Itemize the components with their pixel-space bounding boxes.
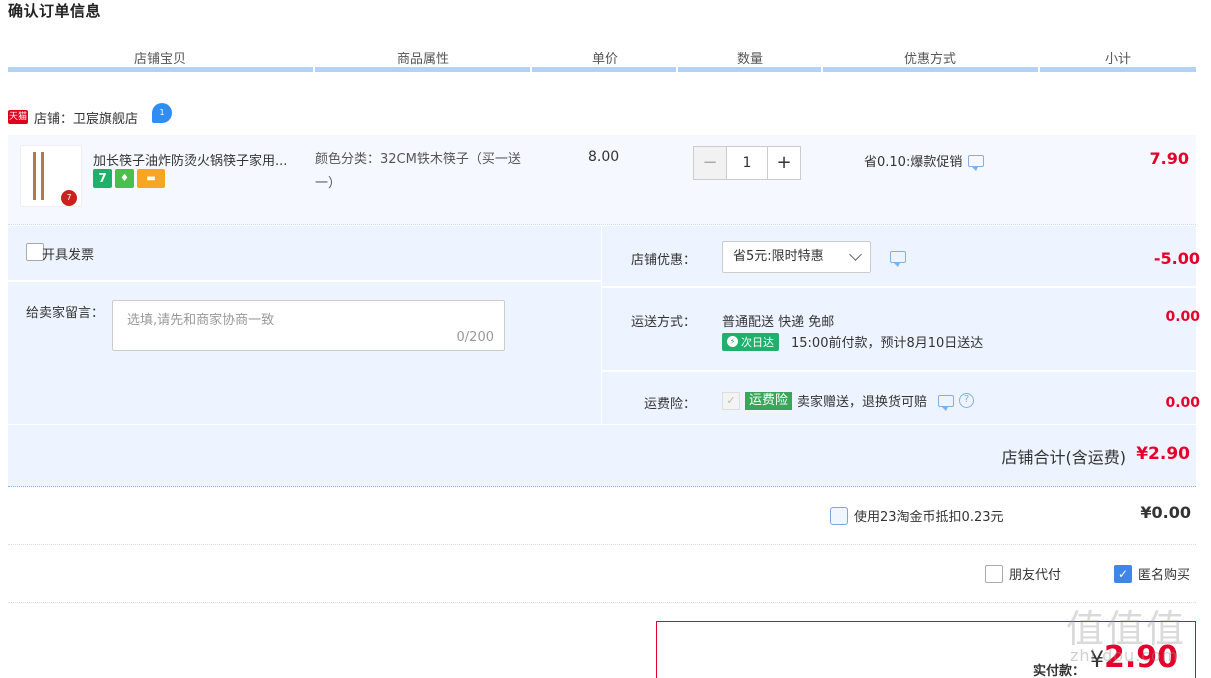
shipping-label: 运送方式：	[630, 315, 696, 330]
decrease-quantity-button[interactable]: −	[693, 146, 727, 180]
credit-card-icon[interactable]: ▬	[137, 169, 165, 188]
tmall-logo-icon: 天猫	[8, 110, 28, 124]
comment-icon[interactable]	[938, 394, 955, 411]
col-subtotal: 小计	[1104, 52, 1131, 67]
help-icon[interactable]: ?	[959, 393, 975, 408]
shop-discount-amount: -5.00	[1153, 249, 1200, 268]
shop-total-bar: 店铺合计(含运费) ¥2.90	[8, 425, 1196, 487]
lightning-icon: ⚡	[727, 336, 738, 347]
unit-price: 8.00	[588, 149, 620, 165]
taobao-coin-label: 使用23淘金币抵扣0.23元	[854, 510, 1004, 525]
comment-icon[interactable]	[968, 154, 985, 171]
message-placeholder: 选填,请先和商家协商一致	[127, 313, 275, 328]
header-divider	[678, 67, 821, 72]
shop-discount-label: 店铺优惠：	[630, 253, 696, 268]
invoice-panel	[8, 226, 601, 281]
taobao-coin-amount: ¥0.00	[1140, 503, 1191, 522]
next-day-text: 次日达	[741, 335, 774, 349]
seller-message-label: 给卖家留言：	[26, 306, 105, 321]
comment-icon[interactable]	[890, 251, 906, 267]
shop-discount-select[interactable]: 省5元:限时特惠	[722, 241, 871, 273]
chopstick-shape	[33, 152, 36, 200]
shop-name-link[interactable]: 店铺：卫宸旗舰店	[34, 108, 138, 127]
order-item-row: 7 加长筷子油炸防烫火锅筷子家用... 7 ♦ ▬ 颜色分类：32CM铁木筷子（…	[8, 135, 1196, 225]
shop-discount-selected: 省5元:限时特惠	[733, 249, 824, 264]
col-quantity: 数量	[736, 52, 763, 67]
col-attributes: 商品属性	[396, 52, 449, 67]
insurance-desc: 卖家赠送，退换货可赔	[797, 395, 928, 410]
page-title: 确认订单信息	[8, 2, 102, 20]
shop-header: 天猫 店铺：卫宸旗舰店 1	[8, 103, 173, 129]
col-unit-price: 单价	[591, 52, 618, 67]
col-discount: 优惠方式	[903, 52, 956, 67]
divider	[8, 602, 1196, 603]
quantity-input[interactable]: 1	[727, 146, 767, 180]
seven-day-return-icon[interactable]: 7	[93, 169, 112, 188]
shop-total-amount: ¥2.90	[1136, 444, 1190, 464]
taobao-coin-row: 使用23淘金币抵扣0.23元	[830, 506, 1004, 525]
header-divider	[1040, 67, 1196, 72]
item-promotion: 省0.10:爆款促销	[864, 151, 985, 171]
item-subtotal: 7.90	[1149, 149, 1189, 168]
shipping-eta-row: ⚡ 次日达 15:00前付款，预计8月10日送达	[722, 332, 983, 351]
message-char-counter: 0/200	[456, 330, 494, 345]
watermark-logo: 值值值	[1066, 607, 1187, 651]
header-divider	[823, 67, 1038, 72]
insurance-checkbox[interactable]: ✓	[722, 391, 740, 410]
chopstick-shape	[41, 152, 44, 200]
anonymous-purchase-checkbox[interactable]: ✓	[1114, 564, 1132, 583]
product-thumbnail[interactable]: 7	[20, 145, 82, 207]
chevron-down-icon	[849, 248, 862, 261]
quantity-stepper: − 1 +	[693, 146, 801, 180]
friend-pay-label: 朋友代付	[1009, 568, 1062, 583]
thumb-tag: 7	[61, 190, 77, 206]
insurance-label: 运费险：	[643, 397, 696, 412]
friend-pay-checkbox[interactable]	[985, 564, 1003, 583]
shop-total-label: 店铺合计(含运费)	[1001, 448, 1127, 467]
shipping-method: 普通配送 快递 免邮	[722, 315, 835, 330]
insurance-amount: 0.00	[1165, 395, 1200, 411]
header-divider	[315, 67, 530, 72]
chat-bubble-icon[interactable]: 1	[152, 103, 173, 123]
friend-pay-option: 朋友代付	[985, 564, 1061, 583]
insurance-tag: 运费险	[745, 391, 793, 410]
product-attributes: 颜色分类：32CM铁木筷子（买一送一）	[315, 152, 521, 191]
next-day-badge: ⚡ 次日达	[722, 332, 779, 351]
increase-quantity-button[interactable]: +	[767, 146, 801, 180]
invoice-label: 开具发票	[42, 248, 95, 263]
seller-message-input[interactable]: 选填,请先和商家协商一致 0/200	[112, 300, 505, 351]
promo-text: 省0.10:爆款促销	[864, 155, 963, 170]
divider	[8, 544, 1196, 545]
anonymous-purchase-option: ✓ 匿名购买	[1114, 564, 1190, 583]
anonymous-purchase-label: 匿名购买	[1138, 568, 1191, 583]
header-divider	[8, 67, 313, 72]
taobao-coin-checkbox[interactable]	[830, 506, 848, 525]
header-divider	[532, 67, 676, 72]
col-shop-items: 店铺宝贝	[133, 52, 186, 67]
service-badges: 7 ♦ ▬	[93, 169, 165, 188]
guarantee-icon[interactable]: ♦	[115, 169, 134, 188]
shipping-amount: 0.00	[1165, 309, 1200, 325]
watermark-url: zhi.dou.com	[1070, 646, 1179, 665]
shipping-eta: 15:00前付款，预计8月10日送达	[791, 336, 984, 351]
insurance-row: ✓ 运费险 卖家赠送，退换货可赔 ?	[722, 391, 975, 411]
product-title-link[interactable]: 加长筷子油炸防烫火锅筷子家用...	[93, 150, 313, 169]
